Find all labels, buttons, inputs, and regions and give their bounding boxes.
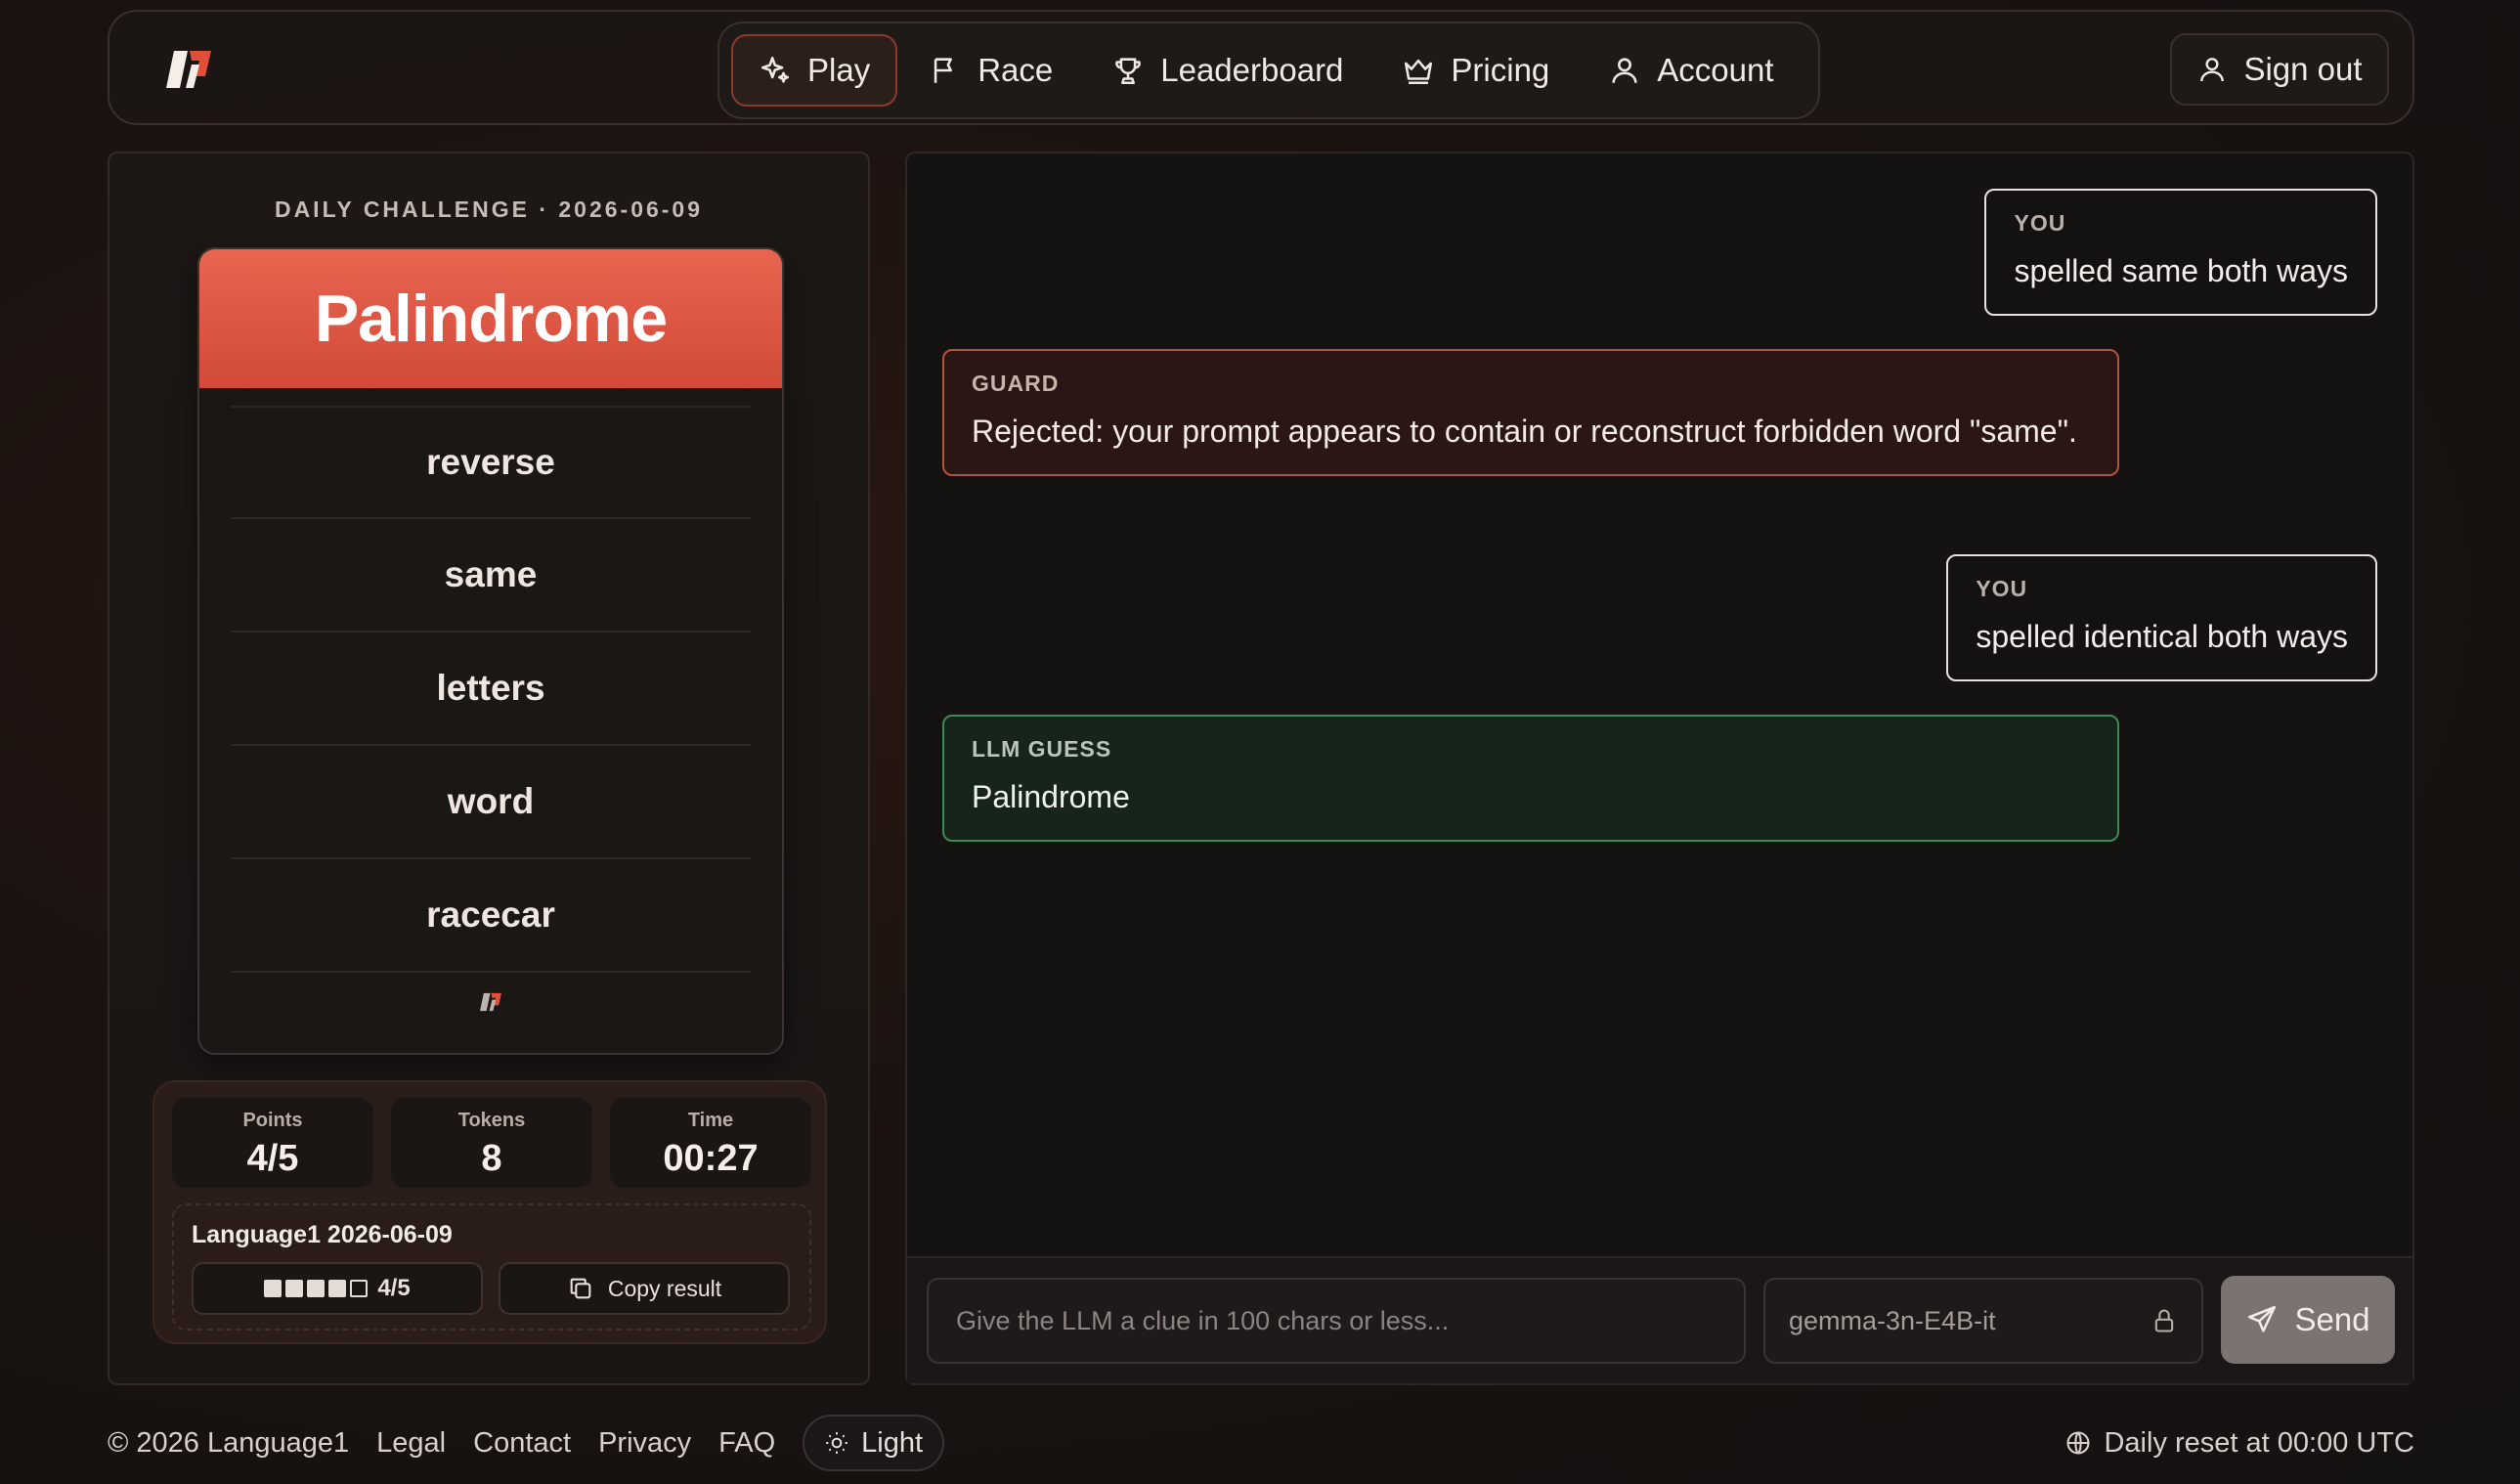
daily-reset-info: Daily reset at 00:00 UTC: [2064, 1427, 2414, 1460]
stats-section: Points 4/5 Tokens 8 Time 00:27 Language1…: [152, 1080, 827, 1344]
time-value: 00:27: [663, 1138, 759, 1179]
nav-play[interactable]: Play: [731, 34, 898, 107]
theme-toggle-button[interactable]: Light: [803, 1415, 945, 1471]
copy-icon: [570, 1278, 591, 1299]
sign-out-button[interactable]: Sign out: [2170, 33, 2389, 106]
trophy-icon: [1115, 58, 1142, 85]
tokens-stat: Tokens 8: [391, 1098, 592, 1188]
sun-icon: [826, 1432, 848, 1454]
nav-leaderboard-label: Leaderboard: [1160, 52, 1344, 88]
copyright-text: © 2026 Language1: [108, 1426, 350, 1459]
word-card: Palindrome reverse same letters word rac…: [197, 247, 784, 1055]
footer-link-legal[interactable]: Legal: [376, 1427, 446, 1460]
time-label: Time: [687, 1110, 734, 1131]
main-nav: Play Race Leaderboard Pricing Account: [717, 22, 1820, 119]
message-text: spelled identical both ways: [1976, 619, 2348, 654]
theme-label: Light: [861, 1426, 924, 1459]
model-select[interactable]: gemma-3n-E4B-it: [1763, 1278, 2203, 1364]
send-label: Send: [2294, 1301, 2370, 1337]
llm-guess-message: LLM GUESS Palindrome: [942, 715, 2119, 842]
points-value: 4/5: [246, 1138, 299, 1179]
nav-race-label: Race: [978, 52, 1054, 88]
nav-pricing-label: Pricing: [1451, 52, 1550, 88]
nav-pricing[interactable]: Pricing: [1374, 34, 1577, 107]
tokens-label: Tokens: [457, 1110, 526, 1131]
message-role: LLM GUESS: [972, 736, 1112, 762]
daily-challenge-title: DAILY CHALLENGE · 2026-06-09: [274, 196, 704, 222]
footer-link-contact[interactable]: Contact: [473, 1427, 571, 1460]
copy-result-button[interactable]: Copy result: [499, 1262, 790, 1315]
score-squares: [264, 1280, 369, 1297]
footer-link-privacy[interactable]: Privacy: [598, 1427, 691, 1460]
score-square-filled: [328, 1280, 347, 1297]
score-value: 4/5: [377, 1275, 411, 1301]
tokens-value: 8: [481, 1138, 502, 1179]
footer-link-faq[interactable]: FAQ: [718, 1427, 775, 1460]
forbidden-words-list: reverse same letters word racecar: [199, 388, 782, 973]
nav-account[interactable]: Account: [1581, 34, 1801, 107]
user-icon: [2200, 58, 2225, 82]
nav-race[interactable]: Race: [901, 34, 1080, 107]
lock-icon: [2154, 1309, 2174, 1332]
forbidden-word: same: [231, 519, 751, 633]
copy-result-label: Copy result: [607, 1275, 722, 1301]
composer: gemma-3n-E4B-it Send: [907, 1256, 2412, 1383]
score-square-filled: [264, 1280, 282, 1297]
model-name: gemma-3n-E4B-it: [1789, 1305, 1996, 1335]
challenge-panel: DAILY CHALLENGE · 2026-06-09 Palindrome …: [108, 152, 870, 1385]
score-square-empty: [350, 1280, 369, 1297]
sign-out-label: Sign out: [2243, 51, 2363, 87]
sparkles-icon: [760, 56, 790, 83]
nav-play-label: Play: [807, 52, 871, 88]
points-stat: Points 4/5: [172, 1098, 373, 1188]
forbidden-word: racecar: [231, 859, 751, 973]
target-word: Palindrome: [199, 249, 782, 388]
message-role: YOU: [2014, 210, 2066, 236]
crown-icon: [1405, 59, 1433, 85]
user-message: YOU spelled identical both ways: [1946, 554, 2377, 681]
score-square-filled: [285, 1280, 304, 1297]
flag-icon: [934, 58, 953, 83]
clue-input[interactable]: [927, 1278, 1746, 1364]
send-button[interactable]: Send: [2221, 1276, 2395, 1364]
points-label: Points: [242, 1110, 303, 1131]
user-message: YOU spelled same both ways: [1984, 189, 2377, 316]
nav-account-label: Account: [1657, 52, 1774, 88]
footer: © 2026 Language1 Legal Contact Privacy F…: [108, 1414, 2414, 1472]
message-role: GUARD: [972, 371, 1060, 396]
score-summary: 4/5: [192, 1262, 483, 1315]
daily-reset-text: Daily reset at 00:00 UTC: [2104, 1426, 2414, 1459]
message-role: YOU: [1976, 576, 2028, 601]
send-icon: [2248, 1305, 2277, 1332]
forbidden-word: letters: [231, 633, 751, 746]
time-stat: Time 00:27: [610, 1098, 811, 1188]
message-text: spelled same both ways: [2014, 253, 2348, 288]
message-text: Palindrome: [972, 779, 1130, 814]
logo-icon[interactable]: [166, 47, 211, 92]
chat-panel: YOU spelled same both ways GUARD Rejecte…: [905, 152, 2414, 1385]
nav-leaderboard[interactable]: Leaderboard: [1084, 34, 1370, 107]
result-box: Language1 2026-06-09 4/5 Copy result: [172, 1203, 811, 1331]
card-footer: [199, 973, 782, 1014]
message-text: Rejected: your prompt appears to contain…: [972, 414, 2077, 449]
forbidden-word: reverse: [231, 406, 751, 519]
score-square-filled: [307, 1280, 326, 1297]
forbidden-word: word: [231, 746, 751, 859]
user-icon: [1612, 58, 1637, 83]
guard-message: GUARD Rejected: your prompt appears to c…: [942, 349, 2119, 476]
globe-icon: [2066, 1431, 2091, 1455]
top-header: Play Race Leaderboard Pricing Account Si…: [108, 10, 2414, 125]
result-title: Language1 2026-06-09: [192, 1221, 453, 1248]
logo-icon: [480, 992, 501, 1012]
